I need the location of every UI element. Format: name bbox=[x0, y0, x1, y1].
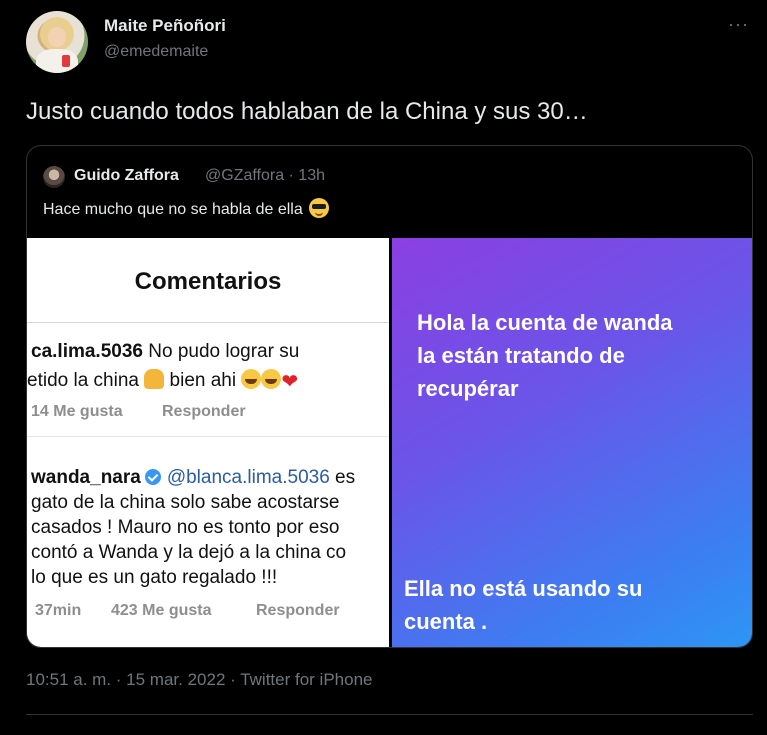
comment2-mention-tail: es bbox=[329, 467, 356, 488]
story-line: cuenta . bbox=[404, 609, 488, 634]
comment1-line2: etido la china bien ahi ❤ bbox=[27, 369, 298, 394]
comment2-line3: casados ! Mauro no es tonto por eso bbox=[31, 517, 340, 538]
quoted-text-body: Hace mucho que no se habla de ella bbox=[43, 201, 303, 218]
quoted-text: Hace mucho que no se habla de ella bbox=[43, 198, 329, 219]
media-image-story[interactable]: Hola la cuenta de wanda la están tratand… bbox=[392, 238, 752, 647]
comment1-likes[interactable]: 14 Me gusta bbox=[31, 403, 123, 421]
comment2-mention: @blanca.lima.5036 bbox=[166, 467, 330, 488]
comment2-line5: lo que es un gato regalado !!! bbox=[31, 567, 278, 588]
comment2-line1: wanda_nara @blanca.lima.5036 es bbox=[31, 467, 355, 489]
comment1-user: ca.lima.5036 bbox=[31, 341, 143, 362]
tweet-timestamp[interactable]: 10:51 a. m. · 15 mar. 2022 · Twitter for… bbox=[26, 670, 372, 690]
tweet-text: Justo cuando todos hablaban de la China … bbox=[26, 98, 588, 125]
quoted-handle-time[interactable]: @GZaffora · 13h bbox=[205, 167, 325, 185]
story-line: Hola la cuenta de wanda bbox=[417, 310, 673, 335]
story-text-top: Hola la cuenta de wanda la están tratand… bbox=[417, 306, 673, 405]
quoted-author-name[interactable]: Guido Zaffora bbox=[74, 167, 179, 185]
avatar-body bbox=[36, 49, 78, 73]
laughing-emoji-icon bbox=[241, 369, 262, 389]
heart-emoji-icon: ❤ bbox=[281, 371, 299, 393]
raised-hands-emoji-icon bbox=[144, 369, 165, 389]
comments-divider-2 bbox=[27, 436, 389, 437]
comment1-text1: No pudo lograr su bbox=[142, 341, 300, 362]
media-image-comments[interactable]: Comentarios ca.lima.5036 No pudo lograr … bbox=[27, 238, 389, 647]
comments-divider bbox=[27, 322, 389, 323]
comment1-line1: ca.lima.5036 No pudo lograr su bbox=[31, 341, 299, 363]
sunglasses-emoji-icon bbox=[308, 198, 329, 218]
comment1-text3: bien ahi bbox=[164, 370, 242, 391]
verified-badge-icon bbox=[144, 469, 161, 485]
avatar-cup bbox=[62, 55, 70, 67]
comment2-reply[interactable]: Responder bbox=[256, 602, 340, 620]
comment2-user: wanda_nara bbox=[31, 467, 141, 488]
quoted-avatar[interactable] bbox=[43, 166, 65, 188]
more-options-icon[interactable]: ··· bbox=[728, 14, 749, 35]
comment1-reply[interactable]: Responder bbox=[162, 403, 246, 421]
author-avatar[interactable] bbox=[26, 11, 88, 73]
bottom-divider bbox=[26, 714, 753, 715]
comments-title: Comentarios bbox=[134, 268, 282, 295]
avatar-face bbox=[48, 27, 66, 47]
story-text-bottom: Ella no está usando su cuenta . bbox=[404, 572, 642, 638]
story-line: la están tratando de bbox=[417, 343, 625, 368]
comment2-time: 37min bbox=[35, 602, 82, 619]
author-name[interactable]: Maite Peñoñori bbox=[104, 16, 226, 36]
comment2-line4: contó a Wanda y la dejó a la china co bbox=[31, 542, 347, 563]
comment1-text2: etido la china bbox=[27, 370, 145, 391]
comment2-line2: gato de la china solo sabe acostarse bbox=[31, 492, 340, 513]
quoted-tweet[interactable]: Guido Zaffora @GZaffora · 13h Hace mucho… bbox=[26, 145, 753, 648]
story-line: recupérar bbox=[417, 376, 519, 401]
laughing-emoji-icon bbox=[261, 369, 282, 389]
comment2-likes[interactable]: 423 Me gusta bbox=[111, 602, 211, 620]
author-handle[interactable]: @emedemaite bbox=[104, 43, 208, 61]
story-line: Ella no está usando su bbox=[404, 576, 643, 601]
